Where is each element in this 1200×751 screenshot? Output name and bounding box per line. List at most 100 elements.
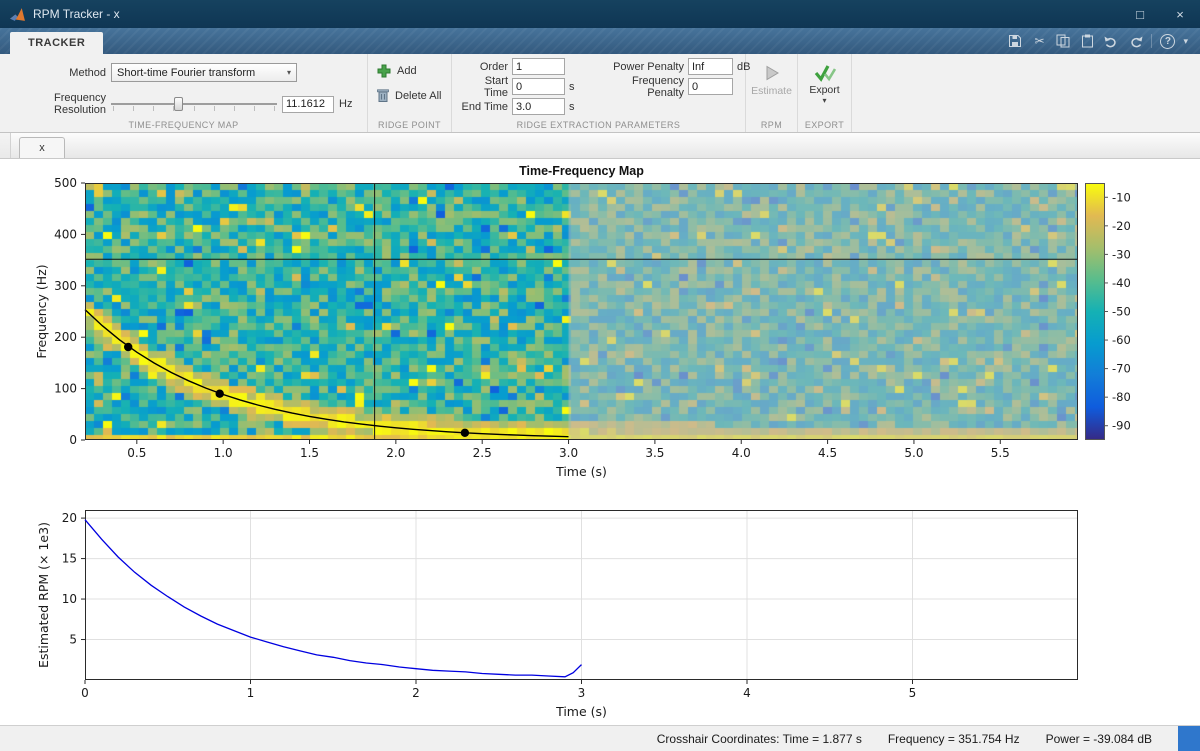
y-tick-label: 400 xyxy=(54,227,77,241)
slider-track xyxy=(111,103,277,105)
colorbar-tick-label: -20 xyxy=(1112,219,1131,233)
quick-access-toolbar: ✂ ? ▾ xyxy=(1007,28,1200,54)
rpm-xlabel: Time (s) xyxy=(555,704,607,719)
delete-all-button-label: Delete All xyxy=(395,90,441,102)
section-label-ridge-extraction-parameters: RIDGE EXTRACTION PARAMETERS xyxy=(452,120,745,130)
colorbar-tick-label: -10 xyxy=(1112,190,1131,204)
estimate-button[interactable]: Estimate xyxy=(752,61,791,99)
help-icon[interactable]: ? xyxy=(1160,34,1175,49)
colorbar-tick-label: -80 xyxy=(1112,390,1131,404)
start-time-label: Start Time xyxy=(458,75,508,99)
start-time-input[interactable] xyxy=(512,78,565,95)
end-time-label: End Time xyxy=(458,101,508,113)
add-button-label: Add xyxy=(397,65,417,77)
status-crosshair-power: Power = -39.084 dB xyxy=(1046,732,1152,746)
section-label-time-frequency-map: TIME-FREQUENCY MAP xyxy=(0,120,367,130)
spectrogram-title: Time-Frequency Map xyxy=(85,164,1078,178)
status-crosshair-frequency: Frequency = 351.754 Hz xyxy=(888,732,1020,746)
toolbar-chevron-down-icon[interactable]: ▾ xyxy=(1183,36,1188,47)
status-bar: Crosshair Coordinates: Time = 1.877 s Fr… xyxy=(0,725,1200,751)
x-tick-label: 5.0 xyxy=(904,446,923,460)
x-tick-label: 0.5 xyxy=(127,446,146,460)
save-icon[interactable] xyxy=(1007,33,1023,49)
order-label: Order xyxy=(458,61,508,73)
status-crosshair-time: Crosshair Coordinates: Time = 1.877 s xyxy=(657,732,862,746)
frequency-resolution-label: Frequency Resolution xyxy=(6,92,106,116)
export-button[interactable]: Export ▾ xyxy=(804,61,845,105)
ribbon-section-rpm: Estimate RPM xyxy=(746,54,798,132)
cut-icon[interactable]: ✂ xyxy=(1031,33,1047,49)
maximize-button[interactable]: □ xyxy=(1120,0,1160,28)
order-input[interactable] xyxy=(512,58,565,75)
colorbar-tick-label: -50 xyxy=(1112,305,1131,319)
document-tab-x[interactable]: x xyxy=(19,137,65,158)
document-tab-label: x xyxy=(39,142,45,154)
plus-icon xyxy=(376,63,392,79)
end-time-input[interactable] xyxy=(512,98,565,115)
frequency-resolution-input[interactable] xyxy=(282,96,334,113)
power-penalty-label: Power Penalty xyxy=(594,61,684,73)
slider-ticks xyxy=(113,106,275,111)
undo-icon[interactable] xyxy=(1103,33,1119,49)
method-value: Short-time Fourier transform xyxy=(117,67,255,79)
frequency-penalty-input[interactable] xyxy=(688,78,733,95)
tab-tracker[interactable]: TRACKER xyxy=(10,32,103,54)
spectrogram-canvas[interactable] xyxy=(85,183,1078,440)
ribbon-filler xyxy=(852,54,1200,132)
section-label-export: EXPORT xyxy=(798,120,851,130)
method-label: Method xyxy=(6,67,106,79)
document-tab-bar: x xyxy=(0,133,1200,159)
export-button-label: Export xyxy=(809,84,839,96)
frequency-penalty-label: Frequency Penalty xyxy=(594,75,684,99)
colorbar-tick-label: -30 xyxy=(1112,247,1131,261)
ridge-params-column-2: Power Penalty dB Frequency Penalty xyxy=(594,58,752,118)
power-penalty-input[interactable] xyxy=(688,58,733,75)
close-button[interactable]: × xyxy=(1160,0,1200,28)
method-dropdown[interactable]: Short-time Fourier transform ▾ xyxy=(111,63,297,82)
colorbar xyxy=(1085,183,1105,440)
redo-icon[interactable] xyxy=(1127,33,1143,49)
section-label-rpm: RPM xyxy=(746,120,797,130)
y-tick-label: 300 xyxy=(54,279,77,293)
spectrogram-xlabel: Time (s) xyxy=(555,464,607,479)
copy-icon[interactable] xyxy=(1055,33,1071,49)
trash-icon xyxy=(376,88,390,103)
x-tick-label: 1.0 xyxy=(214,446,233,460)
x-tick-label: 3.5 xyxy=(645,446,664,460)
slider-thumb[interactable] xyxy=(174,97,183,111)
start-time-unit: s xyxy=(569,81,584,93)
ribbon-section-time-frequency-map: Method Short-time Fourier transform ▾ Fr… xyxy=(0,54,368,132)
panel-grip[interactable] xyxy=(0,133,11,158)
x-tick-label: 5 xyxy=(909,686,917,700)
x-tick-label: 3.0 xyxy=(559,446,578,460)
y-tick-label: 5 xyxy=(69,633,77,647)
frequency-resolution-unit: Hz xyxy=(339,98,352,110)
add-ridge-point-button[interactable]: Add xyxy=(374,62,445,80)
rpm-curve xyxy=(85,520,582,677)
ridge-params-column-1: Order Start Time s End Time s xyxy=(458,58,584,118)
frequency-resolution-slider[interactable] xyxy=(111,96,277,112)
app-window: RPM Tracker - x □ × TRACKER ✂ xyxy=(0,0,1200,751)
toolstrip-tab-bar: TRACKER ✂ ? ▾ xyxy=(0,28,1200,54)
y-tick-label: 100 xyxy=(54,382,77,396)
colorbar-tick-label: -60 xyxy=(1112,333,1131,347)
paste-icon[interactable] xyxy=(1079,33,1095,49)
y-tick-label: 15 xyxy=(62,552,77,566)
spectrogram-ylabel: Frequency (Hz) xyxy=(34,264,49,358)
x-tick-label: 1.5 xyxy=(300,446,319,460)
x-tick-label: 4 xyxy=(743,686,751,700)
app-icon xyxy=(9,7,26,22)
rpm-axes-box xyxy=(86,511,1078,680)
colorbar-tick-label: -70 xyxy=(1112,362,1131,376)
toolstrip-ribbon: Method Short-time Fourier transform ▾ Fr… xyxy=(0,54,1200,133)
ribbon-section-ridge-extraction-parameters: Order Start Time s End Time s xyxy=(452,54,746,132)
x-tick-label: 0 xyxy=(81,686,89,700)
ribbon-section-export: Export ▾ EXPORT xyxy=(798,54,852,132)
title-bar: RPM Tracker - x □ × xyxy=(0,0,1200,28)
x-tick-label: 2.5 xyxy=(473,446,492,460)
check-icon xyxy=(814,63,836,82)
y-tick-label: 20 xyxy=(62,511,77,525)
status-corner-badge xyxy=(1178,726,1200,751)
delete-all-button[interactable]: Delete All xyxy=(374,87,445,104)
ribbon-section-ridge-point: Add Delete All RIDGE POINT xyxy=(368,54,452,132)
